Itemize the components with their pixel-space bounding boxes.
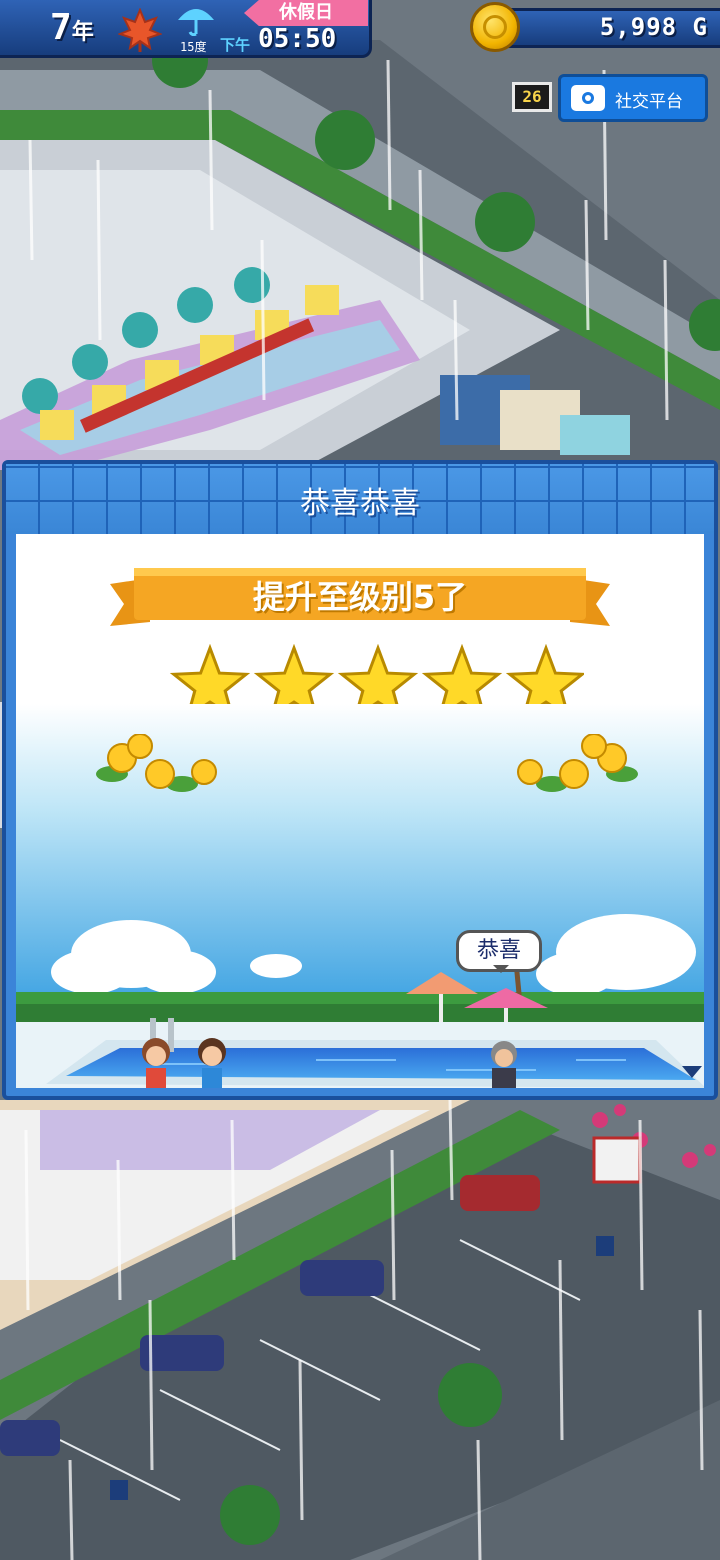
time-period-label: 下午 <box>220 36 251 54</box>
camera-icon <box>571 85 605 111</box>
gold-value: 5,998 <box>599 13 678 41</box>
holiday-badge: 休假日 <box>244 0 368 26</box>
status-bar: 7年 15度 下午 05:50 休假日 <box>0 0 372 58</box>
dialog-title: 恭喜恭喜 <box>300 486 420 521</box>
continue-arrow-icon[interactable] <box>682 1066 702 1078</box>
flower-decoration-left <box>96 734 217 792</box>
temperature-label: 15度 <box>180 40 207 54</box>
dialog-content: 提升至级别5了 恭喜 <box>16 534 704 1088</box>
year-unit: 年 <box>71 20 94 45</box>
level-up-dialog[interactable]: 恭喜恭喜 提升至级别5了 恭喜 <box>2 460 718 1100</box>
gold-coin-icon <box>470 2 520 52</box>
clock-time: 05:50 <box>258 24 337 54</box>
year-display: 7年 <box>50 8 94 53</box>
year-number: 7 <box>50 7 72 48</box>
maple-leaf-icon <box>118 8 162 52</box>
gold-amount: 5,998 G <box>600 13 708 41</box>
gold-counter: 5,998 G <box>488 8 720 48</box>
social-platform-label: 社交平台 <box>615 92 683 112</box>
gold-unit: G <box>692 13 708 41</box>
congrats-speech-bubble: 恭喜 <box>456 930 542 973</box>
flower-decoration-right <box>517 734 638 792</box>
calendar-date-badge: 26 <box>512 82 552 112</box>
social-platform-button[interactable]: 社交平台 <box>558 74 708 122</box>
level-up-message: 提升至级别5了 <box>252 578 468 616</box>
umbrella-rain-icon <box>178 9 214 36</box>
